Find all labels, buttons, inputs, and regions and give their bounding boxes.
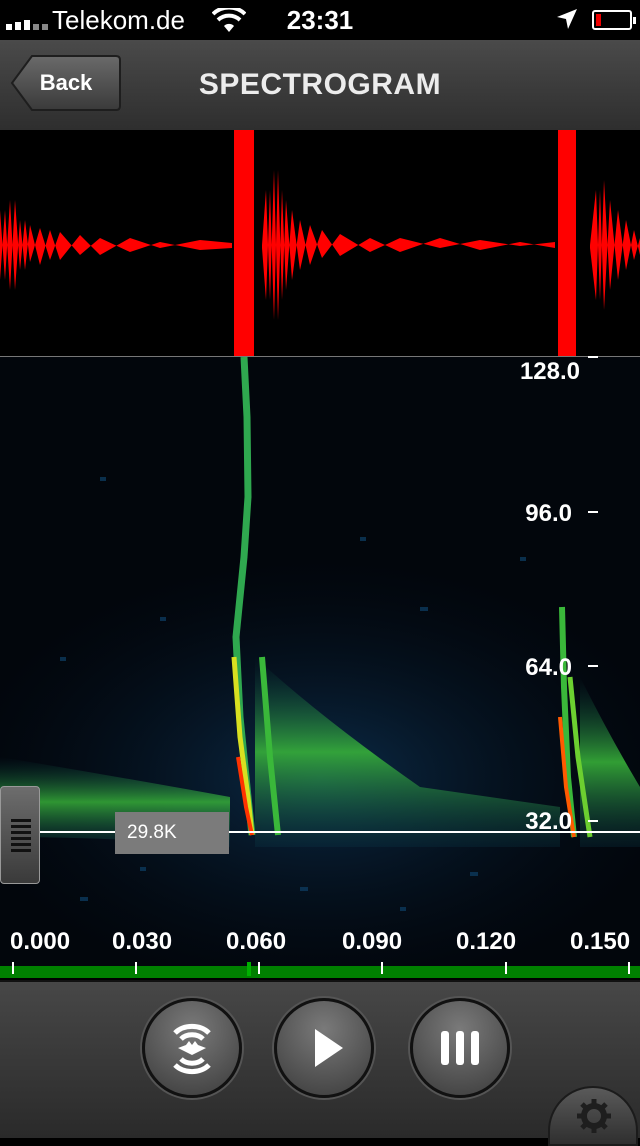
y-axis-label-64: 64.0 <box>525 654 572 681</box>
frequency-cursor-line <box>0 831 640 833</box>
page-title: SPECTROGRAM <box>198 68 442 101</box>
clock: 23:31 <box>286 5 354 35</box>
navigation-bar: Back SPECTROGRAM <box>0 40 640 131</box>
y-tick <box>588 820 598 822</box>
playhead-marker <box>247 962 251 976</box>
x-axis-label: 0.060 <box>226 928 287 955</box>
x-tick <box>381 962 383 974</box>
waveform-view <box>0 130 640 356</box>
y-tick <box>588 511 598 513</box>
battery-icon <box>592 10 636 30</box>
frequency-cursor-handle[interactable] <box>0 786 40 884</box>
x-tick <box>258 962 260 974</box>
y-axis-label-96: 96.0 <box>525 500 572 527</box>
x-axis-label: 0.090 <box>342 928 403 955</box>
x-axis-label: 0.120 <box>456 928 517 955</box>
x-tick <box>628 962 630 974</box>
bottom-toolbar <box>0 980 640 1146</box>
gear-icon <box>577 1099 611 1133</box>
pause-button[interactable] <box>410 998 510 1098</box>
status-bar: Telekom.de 23:31 <box>0 0 640 40</box>
location-arrow-icon <box>557 9 577 29</box>
x-axis-label: 0.030 <box>112 928 173 955</box>
frequency-readout: 29.8K <box>115 812 229 854</box>
play-button[interactable] <box>274 998 374 1098</box>
y-tick <box>588 665 598 667</box>
x-tick <box>12 962 14 974</box>
bat-detect-button[interactable] <box>142 998 242 1098</box>
y-tick <box>588 356 598 358</box>
x-axis-label: 0.000 <box>10 928 71 955</box>
bat-signal-icon <box>173 1023 211 1075</box>
y-axis-label-128: 128.0 <box>519 358 580 385</box>
play-icon <box>315 1029 343 1067</box>
x-tick <box>505 962 507 974</box>
waveform-plot <box>0 130 640 356</box>
x-axis-label: 0.150 <box>570 928 631 955</box>
pause-bars-icon <box>441 1031 479 1065</box>
settings-button[interactable] <box>548 1086 638 1146</box>
x-tick <box>135 962 137 974</box>
time-axis-bar <box>0 966 640 978</box>
